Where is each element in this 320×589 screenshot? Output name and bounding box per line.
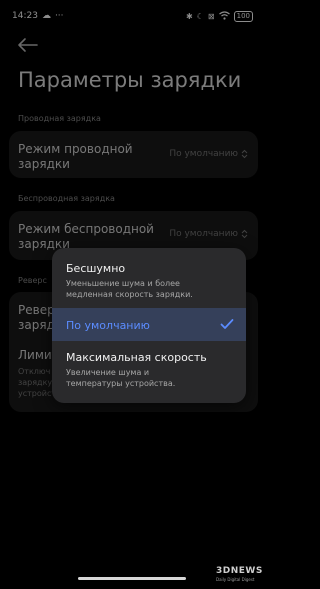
option-max-speed[interactable]: Максимальная скорость Увеличение шума и … bbox=[52, 341, 246, 403]
watermark-subtitle: Daily Digital Digest bbox=[216, 577, 255, 582]
option-max-speed-title: Максимальная скорость bbox=[66, 351, 207, 364]
option-silent-subtitle: Уменьшение шума и более медленная скорос… bbox=[66, 279, 193, 299]
option-default[interactable]: По умолчанию bbox=[52, 308, 246, 341]
charging-mode-popup: Бесшумно Уменьшение шума и более медленн… bbox=[52, 248, 246, 403]
option-silent-title: Бесшумно bbox=[66, 262, 126, 275]
checkmark-icon bbox=[220, 319, 234, 329]
watermark-3dnews: 3DNEWS Daily Digital Digest bbox=[216, 558, 263, 582]
option-silent[interactable]: Бесшумно Уменьшение шума и более медленн… bbox=[52, 248, 246, 308]
watermark-logo: 3DNEWS bbox=[216, 566, 263, 576]
home-indicator[interactable] bbox=[78, 577, 186, 580]
option-max-speed-subtitle: Увеличение шума и температуры устройства… bbox=[66, 368, 176, 388]
option-default-title: По умолчанию bbox=[66, 319, 150, 332]
